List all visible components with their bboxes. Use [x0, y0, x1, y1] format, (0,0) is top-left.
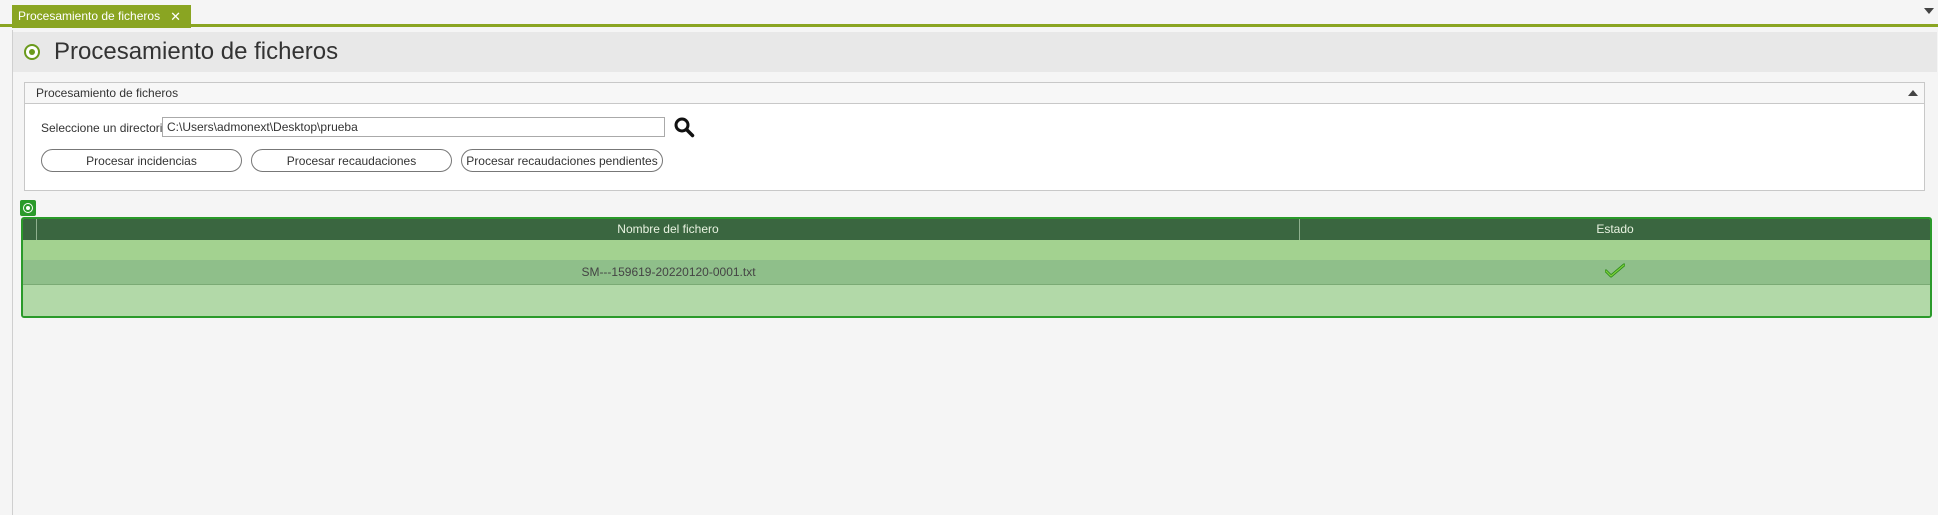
- search-icon[interactable]: [673, 116, 695, 138]
- page-title: Procesamiento de ficheros: [54, 38, 339, 65]
- tab-bar: Procesamiento de ficheros ✕: [0, 0, 1938, 28]
- panel-title: Procesamiento de ficheros: [36, 86, 179, 100]
- process-incidencias-button[interactable]: Procesar incidencias: [41, 149, 242, 172]
- file-processing-panel: Procesamiento de ficheros Seleccione un …: [24, 82, 1925, 191]
- grid-corner: [23, 219, 37, 240]
- column-header-name[interactable]: Nombre del fichero: [37, 219, 1300, 240]
- close-icon[interactable]: ✕: [170, 5, 181, 28]
- chevron-down-icon[interactable]: [1924, 8, 1934, 14]
- grid-empty-area: [23, 285, 1930, 316]
- panel-header: Procesamiento de ficheros: [25, 83, 1924, 104]
- process-pending-recaudaciones-button[interactable]: Procesar recaudaciones pendientes: [461, 149, 663, 172]
- grid-settings-icon[interactable]: [20, 200, 36, 216]
- directory-label: Seleccione un directorio:: [41, 121, 173, 135]
- table-row[interactable]: SM---159619-20220120-0001.txt: [23, 260, 1930, 285]
- column-header-status[interactable]: Estado: [1300, 219, 1930, 240]
- radio-icon: [24, 44, 40, 60]
- grid-header: Nombre del fichero Estado: [23, 219, 1930, 240]
- grid-empty-row: [23, 240, 1930, 260]
- check-icon: [1604, 263, 1626, 278]
- files-grid: Nombre del fichero Estado SM---159619-20…: [21, 217, 1932, 318]
- process-recaudaciones-button[interactable]: Procesar recaudaciones: [251, 149, 452, 172]
- tab-label: Procesamiento de ficheros: [18, 9, 161, 23]
- status-cell: [1300, 260, 1930, 284]
- page-header: Procesamiento de ficheros: [13, 32, 1937, 72]
- chevron-up-icon[interactable]: [1908, 90, 1918, 96]
- file-name-cell: SM---159619-20220120-0001.txt: [581, 265, 756, 279]
- directory-input[interactable]: [162, 117, 665, 137]
- main-content: Procesamiento de ficheros Procesamiento …: [12, 30, 1937, 515]
- tab-procesamiento-ficheros[interactable]: Procesamiento de ficheros ✕: [12, 5, 191, 28]
